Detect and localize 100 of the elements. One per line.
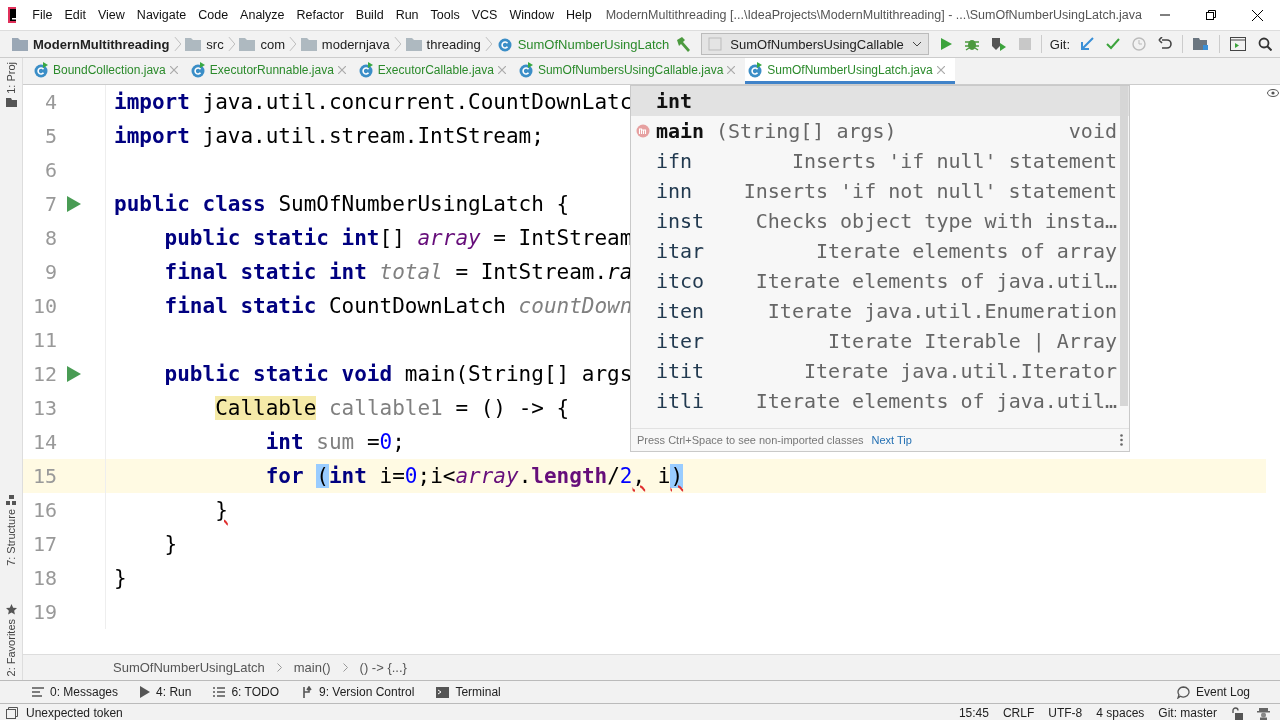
code-line: public class SumOfNumberUsingLatch { bbox=[114, 192, 570, 216]
breadcrumb-item[interactable]: SumOfNumberUsingLatch bbox=[492, 36, 674, 52]
breadcrumb-item[interactable]: () -> {...} bbox=[359, 660, 407, 675]
completion-item[interactable]: itar Iterate elements of array bbox=[631, 236, 1129, 266]
tool-window-button[interactable]: 4: Run bbox=[140, 685, 192, 699]
status-item[interactable]: UTF-8 bbox=[1048, 706, 1083, 720]
breadcrumb-item[interactable]: threading bbox=[401, 36, 485, 52]
chevron-icon bbox=[393, 36, 402, 52]
completion-item[interactable]: inn Inserts 'if not null' statement bbox=[631, 176, 1129, 206]
terminal-icon bbox=[436, 686, 450, 698]
lock-icon[interactable] bbox=[1231, 706, 1243, 720]
completion-item[interactable]: int bbox=[631, 86, 1129, 116]
run-gutter-icon[interactable] bbox=[67, 196, 81, 212]
restore-icon[interactable] bbox=[1206, 10, 1216, 20]
menu-item[interactable]: Analyze bbox=[234, 8, 291, 22]
config-icon bbox=[708, 37, 723, 51]
completion-item[interactable]: inst Checks object type with insta… bbox=[631, 206, 1129, 236]
tool-window-button[interactable]: Terminal bbox=[436, 685, 501, 699]
update-icon[interactable] bbox=[1078, 35, 1096, 53]
app-logo-icon bbox=[8, 7, 17, 23]
project-structure-icon[interactable] bbox=[1191, 35, 1211, 53]
eye-icon[interactable] bbox=[1267, 89, 1279, 97]
tool-window-button[interactable]: 9: Version Control bbox=[301, 685, 415, 699]
tool-window-button[interactable]: 1: Proj bbox=[5, 58, 17, 111]
event-log-button[interactable]: Event Log bbox=[1176, 685, 1250, 699]
search-icon[interactable] bbox=[1256, 35, 1274, 53]
folder-icon bbox=[405, 37, 422, 51]
scrollbar-thumb[interactable] bbox=[1120, 86, 1128, 406]
editor-tab[interactable]: BoundCollection.java bbox=[31, 58, 188, 84]
run-icon bbox=[140, 686, 151, 698]
menu-item[interactable]: Navigate bbox=[130, 8, 193, 22]
code-line: final static CountDownLatch countDown bbox=[163, 294, 633, 318]
line-number: 12 bbox=[31, 362, 57, 386]
tool-window-button[interactable]: 2: Favorites bbox=[5, 599, 17, 680]
status-item[interactable]: Git: master bbox=[1158, 706, 1217, 720]
tool-window-button[interactable]: 6: TODO bbox=[213, 685, 279, 699]
line-number: 13 bbox=[31, 396, 57, 420]
more-options-icon[interactable] bbox=[1120, 434, 1123, 446]
close-icon[interactable] bbox=[1251, 9, 1263, 21]
menu-item[interactable]: Code bbox=[192, 8, 235, 22]
code-line: import java.util.stream.IntStream; bbox=[114, 124, 544, 148]
hint-text: Press Ctrl+Space to see non-imported classes bbox=[637, 434, 864, 446]
editor-tab[interactable]: ExecutorRunnable.java bbox=[187, 58, 356, 84]
line-number: 17 bbox=[31, 532, 57, 556]
editor-tab[interactable]: ExecutorCallable.java bbox=[355, 58, 516, 84]
folder-icon bbox=[300, 37, 317, 51]
tool-window-button[interactable]: 7: Structure bbox=[5, 490, 17, 570]
menu-item[interactable]: Help bbox=[559, 8, 598, 22]
status-item[interactable]: 4 spaces bbox=[1096, 706, 1145, 720]
line-number: 16 bbox=[31, 498, 57, 522]
run-configuration-dropdown[interactable]: SumOfNumbersUsingCallable bbox=[701, 33, 929, 55]
completion-item[interactable]: itli Iterate elements of java.util… bbox=[631, 386, 1129, 416]
folder-icon bbox=[239, 37, 256, 51]
history-icon[interactable] bbox=[1130, 35, 1148, 53]
menu-item[interactable]: VCS bbox=[465, 8, 504, 22]
class-icon bbox=[747, 61, 764, 78]
breadcrumb-item[interactable]: SumOfNumberUsingLatch bbox=[113, 660, 265, 675]
status-item[interactable]: 15:45 bbox=[958, 706, 989, 720]
breadcrumb-item[interactable]: modernjava bbox=[296, 36, 394, 52]
breadcrumb-item[interactable]: main() bbox=[293, 660, 331, 675]
chevron-icon bbox=[276, 663, 282, 672]
editor-tab[interactable]: SumOfNumbersUsingCallable.java bbox=[515, 58, 746, 84]
inspector-icon[interactable] bbox=[1257, 706, 1270, 720]
completion-item[interactable]: ifn Inserts 'if null' statement bbox=[631, 146, 1129, 176]
menu-item[interactable]: Run bbox=[389, 8, 425, 22]
breadcrumb-item[interactable]: ModernMultithreading bbox=[8, 36, 174, 52]
folder-icon bbox=[185, 37, 202, 51]
folder-icon bbox=[5, 97, 17, 107]
code-line: public static void main(String[] args bbox=[163, 362, 633, 386]
completion-item[interactable]: itco Iterate elements of java.util… bbox=[631, 266, 1129, 296]
run-gutter-icon[interactable] bbox=[67, 366, 81, 382]
terminal-icon[interactable] bbox=[1228, 35, 1248, 53]
folder-icon bbox=[12, 37, 28, 51]
class-icon bbox=[496, 36, 513, 52]
editor-tab[interactable]: SumOfNumberUsingLatch.java bbox=[745, 58, 955, 84]
menu-item[interactable]: File bbox=[26, 8, 59, 22]
breadcrumb-item[interactable]: src bbox=[181, 36, 228, 52]
class-icon bbox=[517, 61, 534, 78]
menu-item[interactable]: Edit bbox=[58, 8, 92, 22]
window-title: ModernMultithreading [...\IdeaProjects\ModernMultithreading] - ...\SumOfNumberUsingLatch.java bbox=[605, 8, 1142, 22]
menu-item[interactable]: Refactor bbox=[290, 8, 350, 22]
completion-item[interactable]: iter Iterate Iterable | Array bbox=[631, 326, 1129, 356]
line-number: 9 bbox=[43, 260, 57, 284]
chevron-icon bbox=[484, 36, 493, 52]
code-line: public static int[] array = IntStream bbox=[163, 226, 633, 250]
completion-item[interactable]: iten Iterate java.util.Enumeration bbox=[631, 296, 1129, 326]
line-number: 8 bbox=[43, 226, 57, 250]
menu-item[interactable]: Tools bbox=[424, 8, 466, 22]
chevron-icon bbox=[227, 36, 236, 52]
status-item[interactable]: CRLF bbox=[1002, 706, 1035, 720]
menu-item[interactable]: Build bbox=[349, 8, 390, 22]
menu-item[interactable]: View bbox=[92, 8, 131, 22]
breadcrumb-item[interactable]: com bbox=[235, 36, 290, 52]
completion-item[interactable]: itit Iterate java.util.Iterator bbox=[631, 356, 1129, 386]
line-number: 19 bbox=[31, 600, 57, 624]
menu-item[interactable]: Window bbox=[503, 8, 560, 22]
panel-icon[interactable] bbox=[6, 707, 18, 719]
tool-window-button[interactable]: 0: Messages bbox=[32, 685, 119, 699]
chevron-icon bbox=[289, 36, 297, 52]
next-tip-link[interactable]: Next Tip bbox=[871, 434, 912, 446]
